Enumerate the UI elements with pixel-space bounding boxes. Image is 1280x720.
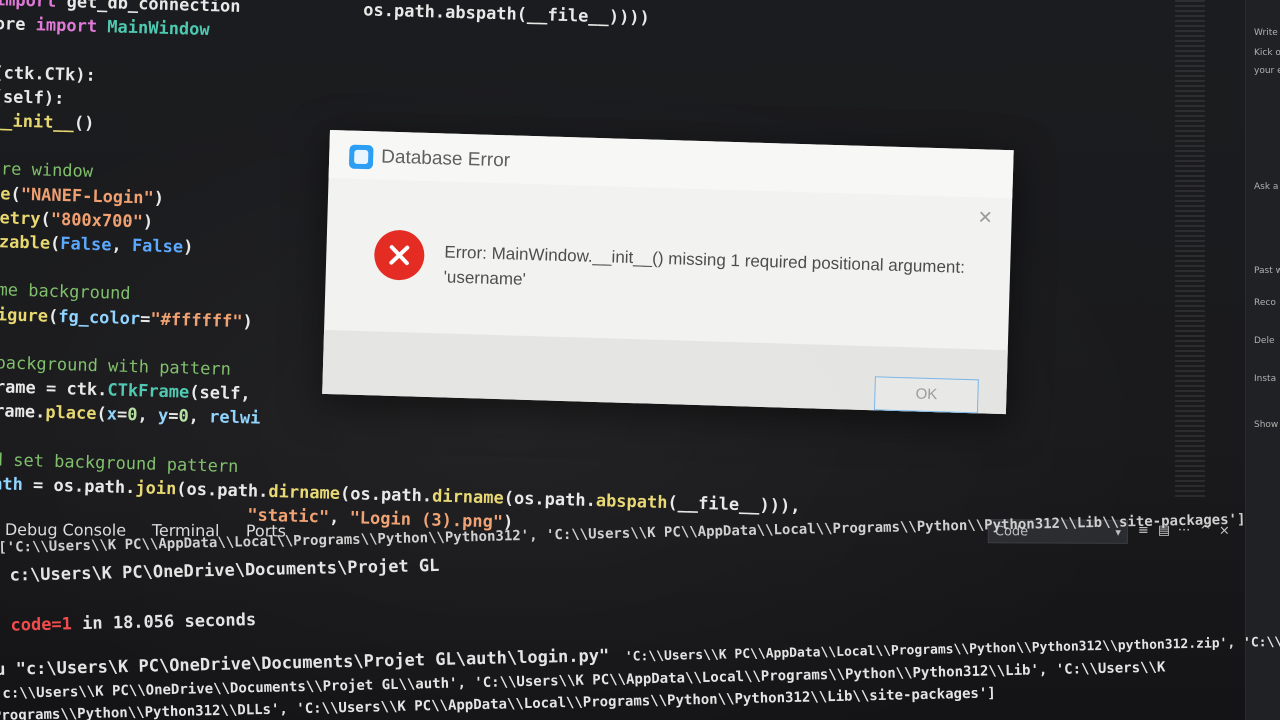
- right-panel-item[interactable]: Write: [1254, 28, 1278, 38]
- code-token: ): [153, 188, 165, 209]
- code-token: =: [45, 378, 67, 400]
- code-token: x: [106, 404, 118, 426]
- app-icon: [348, 144, 374, 170]
- code-token: hardware_store: [0, 11, 26, 36]
- ok-button[interactable]: OK: [873, 376, 979, 414]
- code-token: "800x700": [50, 209, 144, 233]
- output-panel[interactable]: ['C:\\Users\\K PC\\AppData\\Local\\Progr…: [0, 508, 1280, 720]
- right-side-panel: Write Kick of your e Ask a Past w Reco D…: [1245, 0, 1280, 720]
- code-token: # Load and set background pattern: [0, 449, 239, 477]
- code-token: self.bg_frame.: [0, 399, 46, 424]
- code-token: (self,: [188, 382, 262, 405]
- code-token: MainWindow: [107, 17, 210, 41]
- code-token: ): [182, 237, 194, 258]
- code-line: class MainWindow(ctk.CTk):: [0, 56, 96, 87]
- right-panel-item[interactable]: Show: [1254, 420, 1278, 430]
- output-line: PS c:\Users\K PC\OneDrive\Documents\Proj…: [0, 555, 440, 587]
- code-token: # Configure window: [0, 157, 94, 183]
- output-line: [Done] exited with code=1 in 18.056 seco…: [0, 608, 256, 642]
- code-token: (: [10, 184, 22, 205]
- code-token: ,: [111, 235, 133, 257]
- code-line: # Set theme background: [0, 274, 131, 307]
- error-icon: [373, 229, 426, 281]
- code-token: (): [73, 113, 95, 134]
- code-token: (: [96, 404, 108, 425]
- editor-minimap[interactable]: [1175, 0, 1205, 500]
- code-token: 0: [178, 406, 189, 428]
- code-token: abspath: [595, 491, 668, 514]
- code-token: # Set theme background: [0, 279, 131, 305]
- code-token: y: [157, 406, 169, 427]
- output-text: in 18.056 seconds: [71, 610, 257, 635]
- code-token: (os.path.: [503, 488, 597, 512]
- code-token: resizable: [0, 231, 51, 254]
- code-token: self.bg_frame: [0, 374, 37, 399]
- code-token: # Create background with pattern: [0, 353, 232, 380]
- screen: from utils.db import get_db_connection o…: [0, 0, 1280, 720]
- code-token: ,: [188, 407, 210, 428]
- code-token: ): [242, 311, 254, 333]
- code-token: "NANEF-Login": [20, 184, 155, 209]
- dialog-title: Database Error: [380, 146, 511, 172]
- right-panel-item: Kick of: [1254, 48, 1280, 58]
- code-line: # Configure window: [0, 153, 93, 184]
- code-token: =: [139, 308, 151, 330]
- code-token: False: [60, 234, 112, 256]
- code-token: (os.path.: [176, 479, 269, 502]
- right-panel-item[interactable]: Ask a: [1254, 182, 1278, 192]
- close-icon[interactable]: ✕: [977, 207, 993, 228]
- code-token: (self):: [0, 86, 65, 109]
- right-panel-item: Past w: [1254, 266, 1280, 276]
- code-token: __init__: [0, 111, 75, 134]
- code-token: "#ffffff": [150, 309, 243, 332]
- code-token: False: [131, 236, 184, 258]
- database-error-dialog: Database Error ✕ Error: MainWindow.__ini…: [322, 130, 1014, 415]
- code-token: ,: [137, 405, 159, 427]
- error-message: Error: MainWindow.__init__() missing 1 r…: [443, 242, 966, 289]
- code-token: ): [142, 212, 154, 233]
- code-token: dirname: [268, 481, 341, 504]
- code-token: place: [45, 403, 97, 425]
- code-token: CTkFrame: [107, 380, 190, 403]
- code-token: =: [116, 405, 128, 426]
- code-token: (ctk.CTk):: [0, 62, 97, 86]
- code-token: import: [0, 0, 67, 13]
- code-token: os.path.abspath(__file__)))): [240, 0, 651, 29]
- right-panel-item[interactable]: Insta: [1254, 374, 1276, 384]
- right-panel-item: your e: [1254, 66, 1280, 76]
- code-token: fg_color: [58, 306, 141, 329]
- exit-code: code=1: [10, 614, 73, 636]
- code-token: geometry: [0, 206, 41, 230]
- code-token: pattern_path: [0, 471, 24, 496]
- code-token: relwi: [208, 407, 261, 430]
- code-token: dirname: [431, 486, 505, 509]
- code-token: = os.path.: [32, 475, 136, 499]
- code-token: configure: [0, 303, 49, 327]
- code-token: join: [135, 478, 177, 500]
- code-token: ctk.: [66, 379, 108, 401]
- code-token: (os.path.: [339, 483, 433, 507]
- right-panel-item[interactable]: Dele: [1254, 336, 1275, 346]
- right-panel-item[interactable]: Reco: [1254, 298, 1276, 308]
- code-token: import: [35, 15, 108, 38]
